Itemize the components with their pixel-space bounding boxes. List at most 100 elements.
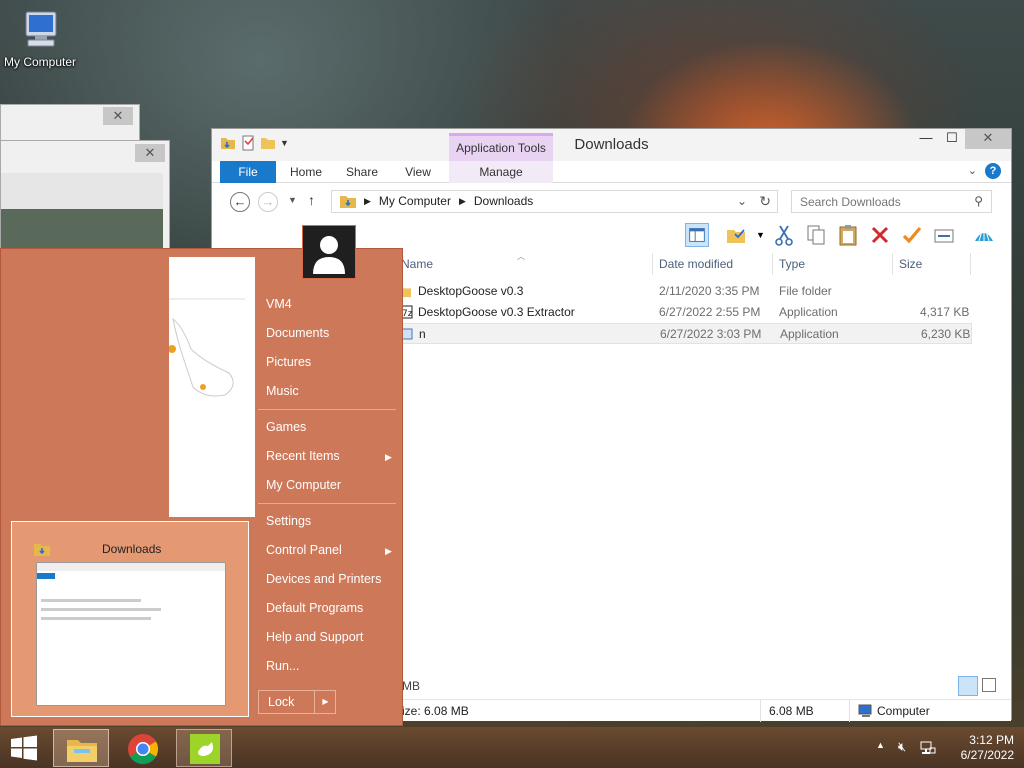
lock-label: Lock (268, 695, 295, 709)
search-box[interactable]: ⚲ (791, 190, 992, 213)
taskbar-desktop-goose[interactable] (176, 729, 232, 767)
email-icon[interactable] (932, 223, 956, 247)
title-bar: ▼ Application Tools Downloads — ☐ ✕ (212, 129, 1011, 161)
background-window: ✕ (0, 104, 140, 144)
file-explorer-icon (67, 740, 97, 762)
breadcrumb-my-computer[interactable]: My Computer (379, 194, 451, 208)
chrome-icon (128, 734, 159, 765)
start-item-settings[interactable]: Settings (266, 514, 311, 528)
clock-date: 6/27/2022 (960, 748, 1014, 762)
maximize-button[interactable]: ☐ (939, 129, 965, 149)
start-menu: Downloads (0, 225, 403, 726)
dropdown-icon[interactable]: ▼ (756, 230, 765, 240)
start-item-my-computer[interactable]: My Computer (266, 478, 341, 492)
taskbar-file-explorer[interactable] (53, 729, 109, 767)
network-icon[interactable] (920, 740, 936, 756)
column-type[interactable]: Type (779, 257, 805, 271)
shell-icon[interactable] (972, 223, 996, 247)
preview-pane-icon[interactable] (685, 223, 709, 247)
goose-image (168, 298, 245, 397)
start-item-recent-items[interactable]: Recent Items (266, 449, 340, 463)
up-button[interactable]: ↑ (308, 192, 315, 208)
column-name[interactable]: Name (401, 257, 433, 271)
breadcrumb-downloads[interactable]: Downloads (474, 194, 533, 208)
address-bar[interactable]: ▶ My Computer ▶ Downloads ⌄ ↻ (331, 190, 778, 213)
selection-size: ize: 6.08 MB (402, 704, 469, 718)
svg-text:7z: 7z (402, 309, 413, 319)
file-type: Application (780, 327, 839, 341)
sort-arrow-icon: ︿ (517, 252, 525, 261)
copy-icon[interactable] (804, 223, 828, 247)
window-title: Downloads (574, 136, 649, 153)
minimize-button[interactable]: — (913, 129, 939, 149)
chevron-right-icon: ▶ (364, 195, 371, 206)
forward-button[interactable]: → (258, 192, 278, 212)
close-icon[interactable]: ✕ (135, 144, 165, 162)
ribbon-expand-icon[interactable]: ⌄ (968, 164, 977, 177)
tab-home[interactable]: Home (284, 161, 328, 183)
start-item-games[interactable]: Games (266, 420, 306, 434)
folder-icon (34, 544, 50, 556)
delete-icon[interactable] (868, 223, 892, 247)
file-size: 6,230 KB (921, 327, 971, 341)
rename-icon[interactable] (900, 223, 924, 247)
taskbar: ▲ 🔇︎ 3:12 PM 6/27/2022 (0, 727, 1024, 768)
tab-view[interactable]: View (398, 161, 438, 183)
help-icon[interactable]: ? (985, 163, 1001, 179)
user-icon (303, 226, 355, 278)
start-item-run[interactable]: Run... (266, 659, 299, 673)
column-date-modified[interactable]: Date modified (659, 257, 733, 271)
address-dropdown-icon[interactable]: ⌄ (737, 194, 747, 208)
user-avatar[interactable] (302, 225, 356, 279)
total-size: 6.08 MB (769, 704, 814, 718)
details-view-icon[interactable] (958, 676, 978, 696)
speaker-muted-icon[interactable]: 🔇︎ (898, 739, 906, 755)
start-item-user[interactable]: VM4 (266, 297, 292, 311)
start-item-devices-and-printers[interactable]: Devices and Printers (266, 572, 381, 586)
ribbon-tabs: File Home Share View Manage ⌄ ? (212, 161, 1011, 183)
select-icon[interactable] (724, 223, 748, 247)
cut-icon[interactable] (772, 223, 796, 247)
file-name: DesktopGoose v0.3 Extractor (418, 305, 575, 319)
large-icons-view-icon[interactable] (982, 678, 996, 692)
start-item-default-programs[interactable]: Default Programs (266, 601, 363, 615)
start-item-music[interactable]: Music (266, 384, 299, 398)
close-button[interactable]: ✕ (965, 129, 1011, 149)
downloads-window-thumbnail[interactable]: Downloads (11, 521, 249, 717)
show-hidden-icons[interactable]: ▲ (876, 740, 885, 750)
lock-button[interactable]: Lock ▶ (258, 690, 336, 714)
file-type: File folder (779, 284, 832, 298)
close-icon[interactable]: ✕ (103, 107, 133, 125)
clock[interactable]: 3:12 PM 6/27/2022 (961, 733, 1014, 763)
start-item-pictures[interactable]: Pictures (266, 355, 311, 369)
thumbnail-image (36, 562, 226, 706)
refresh-icon[interactable]: ↻ (759, 193, 771, 210)
file-size: 4,317 KB (920, 305, 970, 319)
windows-start-icon[interactable] (9, 735, 39, 761)
file-type: Application (779, 305, 838, 319)
lock-options-button[interactable]: ▶ (314, 691, 336, 713)
back-button[interactable]: ← (230, 192, 250, 212)
computer-icon (18, 8, 62, 52)
chevron-right-icon: ▶ (385, 546, 392, 556)
thumbnail-label: Downloads (102, 542, 162, 556)
tab-file[interactable]: File (220, 161, 276, 183)
start-item-control-panel[interactable]: Control Panel (266, 543, 342, 557)
search-input[interactable] (800, 192, 970, 212)
location-label: Computer (877, 704, 930, 718)
start-item-help-and-support[interactable]: Help and Support (266, 630, 363, 644)
my-computer-desktop-icon[interactable]: My Computer (2, 8, 78, 69)
column-size[interactable]: Size (899, 257, 922, 271)
paste-icon[interactable] (836, 223, 860, 247)
file-date: 2/11/2020 3:35 PM (659, 284, 760, 298)
status-behind-text: MB (402, 679, 420, 693)
desktop-icon-label: My Computer (3, 55, 77, 69)
tab-share[interactable]: Share (340, 161, 384, 183)
start-item-documents[interactable]: Documents (266, 326, 329, 340)
tab-manage[interactable]: Manage (449, 161, 553, 183)
taskbar-chrome[interactable] (115, 729, 171, 767)
folder-icon (340, 196, 356, 208)
file-date: 6/27/2022 2:55 PM (659, 305, 761, 319)
recent-locations-icon[interactable]: ▼ (288, 195, 297, 205)
goose-preview-panel (168, 257, 255, 517)
